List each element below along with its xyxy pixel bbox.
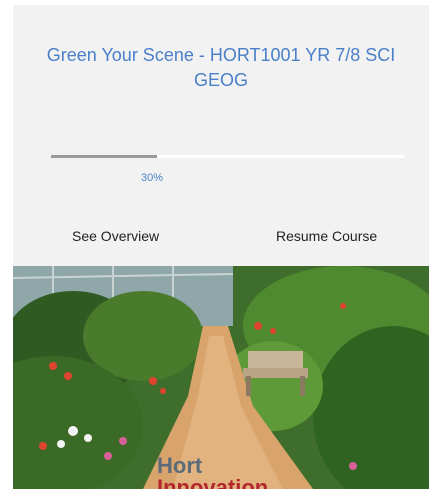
progress-bar (51, 155, 404, 158)
hort-innovation-logo: Hort Innovation (157, 455, 268, 489)
course-cover-image[interactable]: Hort Innovation (13, 266, 429, 489)
see-overview-link[interactable]: See Overview (72, 228, 159, 244)
progress-percent: 30% (141, 172, 164, 184)
progress-bar-fill (51, 155, 157, 158)
course-actions: See Overview Resume Course (13, 228, 429, 250)
logo-line-1: Hort (157, 453, 203, 478)
resume-course-link[interactable]: Resume Course (276, 228, 377, 244)
course-title[interactable]: Green Your Scene - HORT1001 YR 7/8 SCI G… (43, 43, 399, 93)
logo-line-2: Innovation (157, 475, 269, 489)
course-card[interactable]: Green Your Scene - HORT1001 YR 7/8 SCI G… (13, 5, 429, 489)
